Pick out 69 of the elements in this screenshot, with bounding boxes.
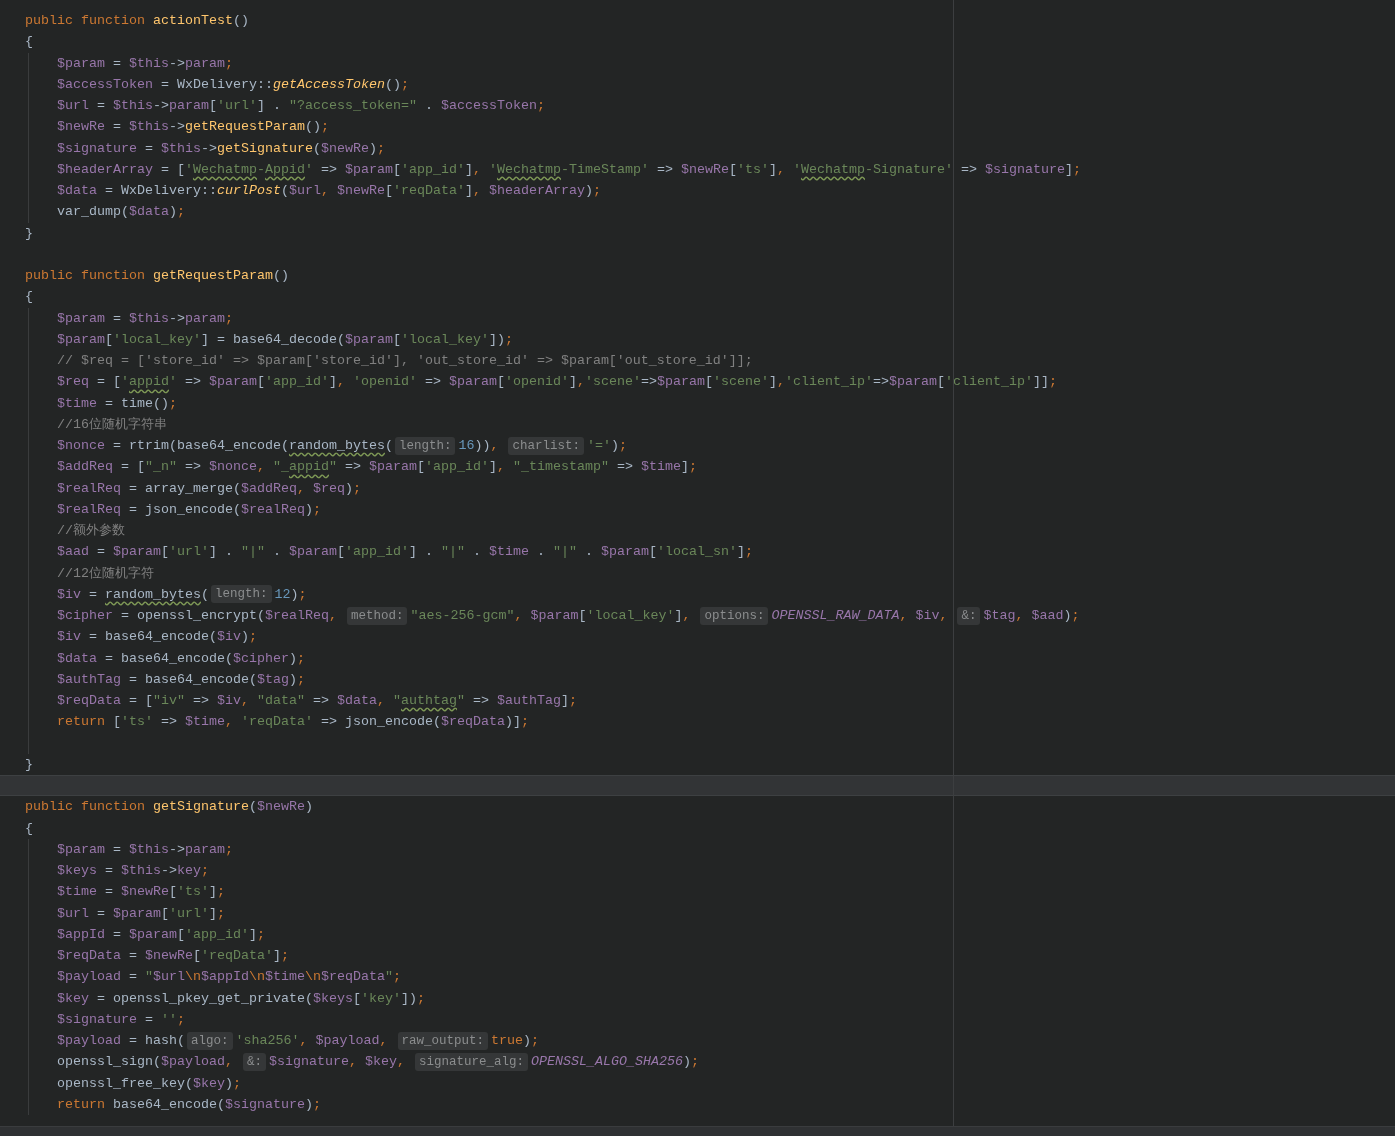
code-text: $authTag = base64_encode($tag); xyxy=(57,670,305,689)
code-text: $key = openssl_pkey_get_private($keys['key']); xyxy=(57,989,425,1008)
code-text: true); xyxy=(491,1032,540,1050)
code-text: public function getRequestParam() xyxy=(25,267,289,285)
code-text: 12); xyxy=(274,585,307,604)
code-text: $signature = ''; xyxy=(57,1010,185,1029)
code-text: { xyxy=(25,819,33,838)
code-text: $url = $this->param['url'] . "?access_token=" . $accessToken; xyxy=(57,97,545,115)
code-text: $param = $this->param; xyxy=(57,309,233,328)
code-text: OPENSSL_RAW_DATA, $iv, xyxy=(771,607,949,625)
code-text: $url = $param['url']; xyxy=(57,904,225,923)
code-text: $param = $this->param; xyxy=(57,54,233,73)
code-text: $realReq = array_merge($addReq, $req); xyxy=(57,479,361,498)
code-text: $headerArray = ['Wechatmp-Appid' => $param['app_id'], 'Wechatmp-TimeStamp' => $newRe['ts'], 'Wechatmp-Signature' => $signature]; xyxy=(57,160,1081,179)
code-text: "aes-256-gcm", $param['local_key'], xyxy=(410,607,692,625)
code-text: $aad = $param['url'] . "|" . $param['app_id'] . "|" . $time . "|" . $param['local_sn']; xyxy=(57,543,753,562)
parameter-hint: raw_output: xyxy=(397,1031,489,1050)
code-text: // $req = ['store_id' => $param['store_id'], 'out_store_id' => $param['out_store_id']]; xyxy=(57,352,753,370)
code-text: public function getSignature($newRe) xyxy=(25,798,313,817)
code-text: { xyxy=(25,288,33,307)
parameter-hint: algo: xyxy=(187,1031,233,1050)
code-text: $param = $this->param; xyxy=(57,840,233,859)
code-text: //16位随机字符串 xyxy=(57,415,167,434)
code-text: $addReq = ["_n" => $nonce, "_appid" => $param['app_id'], "_timestamp" => $time]; xyxy=(57,458,697,477)
code-text: $iv = random_bytes( xyxy=(57,585,209,604)
code-text: OPENSSL_ALGO_SHA256); xyxy=(531,1053,699,1072)
code-text: $iv = base64_encode($iv); xyxy=(57,628,257,647)
code-text: $signature = $this->getSignature($newRe); xyxy=(57,139,385,158)
code-text: $nonce = rtrim(base64_encode(random_bytes( xyxy=(57,437,393,455)
code-text: $data = WxDelivery::curlPost($url, $newRe['reqData'], $headerArray); xyxy=(57,182,601,200)
code-text: return base64_encode($signature); xyxy=(57,1095,321,1114)
parameter-hint: length: xyxy=(211,585,272,604)
parameter-hint: signature_alg: xyxy=(415,1052,528,1071)
parameter-hint: &: xyxy=(243,1052,266,1071)
code-text: $accessToken = WxDelivery::getAccessToken(); xyxy=(57,75,409,94)
code-text: $cipher = openssl_encrypt($realReq, xyxy=(57,607,338,625)
code-text: $realReq = json_encode($realReq); xyxy=(57,500,321,519)
code-text: var_dump($data); xyxy=(57,203,185,222)
code-text: $payload = hash( xyxy=(57,1032,185,1050)
code-text: $time = time(); xyxy=(57,394,177,413)
code-text: 'sha256', $payload, xyxy=(235,1032,389,1050)
code-text: $keys = $this->key; xyxy=(57,862,209,880)
code-text: //12位随机字符 xyxy=(57,564,154,583)
code-text: '='); xyxy=(587,437,627,455)
code-text: $req = ['appid' => $param['app_id'], 'openid' => $param['openid'],'scene'=>$param['scene'],'client_ip'=>$param['client_ip']]; xyxy=(57,373,1057,392)
parameter-hint: length: xyxy=(394,436,456,455)
parameter-hint: &: xyxy=(957,606,981,625)
code-text: $param['local_key'] = base64_decode($param['local_key']); xyxy=(57,330,513,349)
code-text: $appId = $param['app_id']; xyxy=(57,925,265,944)
code-text: $reqData = ["iv" => $iv, "data" => $data, "authtag" => $authTag]; xyxy=(57,692,577,710)
parameter-hint: method: xyxy=(346,606,408,625)
code-text: } xyxy=(25,224,33,243)
code-text: $data = base64_encode($cipher); xyxy=(57,649,305,668)
code-text: $time = $newRe['ts']; xyxy=(57,883,225,902)
code-text: $payload = "$url\n$appId\n$time\n$reqData"; xyxy=(57,968,401,987)
code-text: 16)), xyxy=(458,437,500,455)
code-text: $tag, $aad); xyxy=(983,607,1080,625)
code-text: $signature, $key, xyxy=(269,1053,406,1072)
code-text: return ['ts' => $time, 'reqData' => json_encode($reqData)]; xyxy=(57,713,529,732)
code-text: } xyxy=(25,755,33,774)
code-text: //额外参数 xyxy=(57,522,125,540)
code-text: $reqData = $newRe['reqData']; xyxy=(57,947,289,965)
code-text: openssl_sign($payload, xyxy=(57,1053,234,1072)
parameter-hint: options: xyxy=(700,606,769,625)
code-text: openssl_free_key($key); xyxy=(57,1074,241,1093)
parameter-hint: charlist: xyxy=(508,436,584,455)
code-text: public function actionTest() xyxy=(25,12,249,30)
code-text: { xyxy=(25,33,33,52)
code-text: $newRe = $this->getRequestParam(); xyxy=(57,118,329,137)
